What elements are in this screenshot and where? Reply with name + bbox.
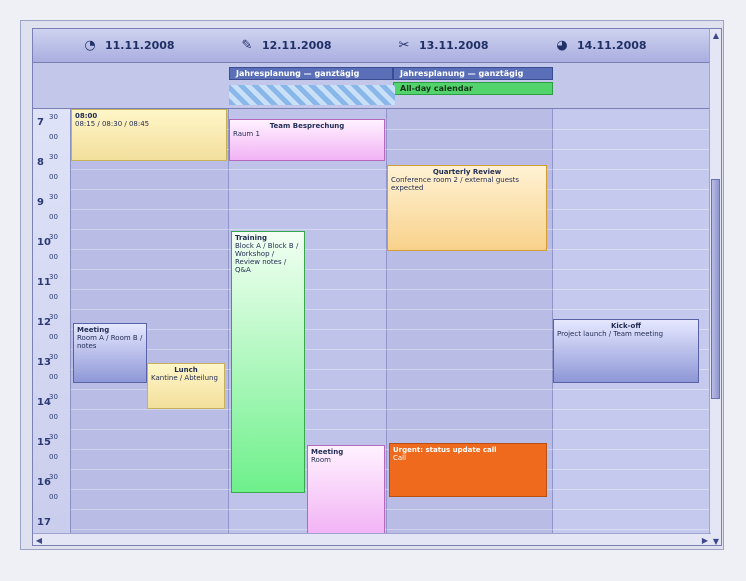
minute-label: 30 — [49, 113, 58, 121]
minute-label: 00 — [49, 453, 58, 461]
event-text: Project launch / Team meeting — [557, 330, 664, 338]
day-header-4[interactable]: ◕ 14.11.2008 — [553, 35, 647, 55]
event-orange-bottom[interactable]: Urgent: status update call Call — [389, 443, 547, 497]
event-text: Conference room 2 / external guests expe… — [391, 176, 520, 192]
event-title: Team Besprechung — [269, 122, 345, 130]
minute-label: 00 — [49, 293, 58, 301]
hour-label: 7 — [37, 117, 44, 128]
event-orange-top[interactable]: Quarterly Review Conference room 2 / ext… — [387, 165, 547, 251]
minute-label: 30 — [49, 433, 58, 441]
day-icon-4: ◕ — [556, 37, 568, 53]
event-yellow-stack[interactable]: 08:00 08:15 / 08:30 / 08:45 — [71, 109, 227, 161]
all-day-hatched-block — [229, 85, 395, 105]
minute-label: 00 — [49, 173, 58, 181]
grid-line — [71, 269, 711, 270]
grid-line — [71, 429, 711, 430]
hour-label: 17 — [37, 517, 51, 528]
vertical-scroll-thumb[interactable] — [711, 179, 720, 399]
minute-label: 30 — [49, 193, 58, 201]
event-green-long[interactable]: Training Block A / Block B / Workshop / … — [231, 231, 305, 493]
event-pink-bottom[interactable]: Meeting Room — [307, 445, 385, 535]
event-text: 08:15 / 08:30 / 08:45 — [75, 120, 150, 128]
all-day-banner-1[interactable]: Jahresplanung — ganztägig — [229, 67, 393, 80]
minute-label: 30 — [49, 393, 58, 401]
event-text: Call — [393, 454, 407, 462]
event-title: Meeting — [77, 326, 110, 334]
all-day-banner-2-text: Jahresplanung — ganztägig — [400, 69, 524, 78]
minute-label: 30 — [49, 313, 58, 321]
day-date-1: 11.11.2008 — [105, 38, 175, 52]
event-title: 08:00 — [75, 112, 98, 120]
event-title: Meeting — [311, 448, 344, 456]
time-gutter: 7 8 9 10 11 12 13 14 15 16 17 30 00 30 0… — [33, 109, 71, 545]
scroll-up-icon[interactable]: ▲ — [710, 29, 721, 41]
horizontal-scrollbar[interactable]: ◀ ▶ — [33, 533, 711, 545]
scroll-left-icon[interactable]: ◀ — [33, 534, 45, 545]
day-icon-3: ✂ — [398, 37, 410, 53]
all-day-area[interactable]: Jahresplanung — ganztägig Jahresplanung … — [33, 63, 721, 109]
hour-label: 8 — [37, 157, 44, 168]
day-header-1[interactable]: ◔ 11.11.2008 — [81, 35, 175, 55]
vertical-scrollbar[interactable]: ▲ ▼ — [709, 29, 721, 546]
scroll-down-icon[interactable]: ▼ — [710, 535, 721, 546]
day-date-2: 12.11.2008 — [262, 38, 332, 52]
all-day-banner-1-text: Jahresplanung — ganztägig — [236, 69, 360, 78]
event-title: Training — [235, 234, 267, 242]
day-icon-1: ◔ — [84, 37, 96, 53]
day-header-bar: ◔ 11.11.2008 ✎ 12.11.2008 ✂ 13.11.2008 ◕… — [33, 29, 721, 63]
day-date-3: 13.11.2008 — [419, 38, 489, 52]
minute-label: 30 — [49, 353, 58, 361]
minute-label: 30 — [49, 473, 58, 481]
minute-label: 00 — [49, 493, 58, 501]
minute-label: 00 — [49, 253, 58, 261]
day-header-2[interactable]: ✎ 12.11.2008 — [238, 35, 332, 55]
event-text: Raum 1 — [233, 130, 260, 138]
event-title: Urgent: status update call — [393, 446, 497, 454]
day-header-3[interactable]: ✂ 13.11.2008 — [395, 35, 489, 55]
grid-line — [71, 309, 711, 310]
event-text: Room A / Room B / notes — [77, 334, 143, 350]
event-title: Kick-off — [610, 322, 641, 330]
grid-line — [71, 289, 711, 290]
hour-label: 9 — [37, 197, 44, 208]
all-day-banner-3[interactable]: All-day calendar — [393, 82, 553, 95]
event-text: Room — [311, 456, 331, 464]
event-text: Block A / Block B / Workshop / Review no… — [235, 242, 299, 274]
event-yellow-small[interactable]: Lunch Kantine / Abteilung — [147, 363, 225, 409]
minute-label: 00 — [49, 213, 58, 221]
all-day-banner-2[interactable]: Jahresplanung — ganztägig — [393, 67, 553, 80]
scroll-right-icon[interactable]: ▶ — [699, 534, 711, 545]
minute-label: 30 — [49, 153, 58, 161]
calendar-grid[interactable]: 08:00 08:15 / 08:30 / 08:45 Team Besprec… — [71, 109, 711, 545]
event-text: Kantine / Abteilung — [151, 374, 218, 382]
event-pink-top[interactable]: Team Besprechung Raum 1 — [229, 119, 385, 161]
day-date-4: 14.11.2008 — [577, 38, 647, 52]
minute-label: 00 — [49, 413, 58, 421]
minute-label: 00 — [49, 133, 58, 141]
calendar-window: ◔ 11.11.2008 ✎ 12.11.2008 ✂ 13.11.2008 ◕… — [32, 28, 722, 546]
grid-line — [71, 529, 711, 530]
event-title: Quarterly Review — [432, 168, 502, 176]
minute-label: 00 — [49, 333, 58, 341]
minute-label: 30 — [49, 233, 58, 241]
minute-label: 30 — [49, 273, 58, 281]
event-title: Lunch — [174, 366, 198, 374]
all-day-banner-3-text: All-day calendar — [400, 84, 473, 93]
day-icon-2: ✎ — [241, 37, 253, 53]
event-blue-left[interactable]: Meeting Room A / Room B / notes — [73, 323, 147, 383]
event-blue-right[interactable]: Kick-off Project launch / Team meeting — [553, 319, 699, 383]
grid-line — [71, 409, 711, 410]
grid-line — [71, 509, 711, 510]
minute-label: 00 — [49, 373, 58, 381]
